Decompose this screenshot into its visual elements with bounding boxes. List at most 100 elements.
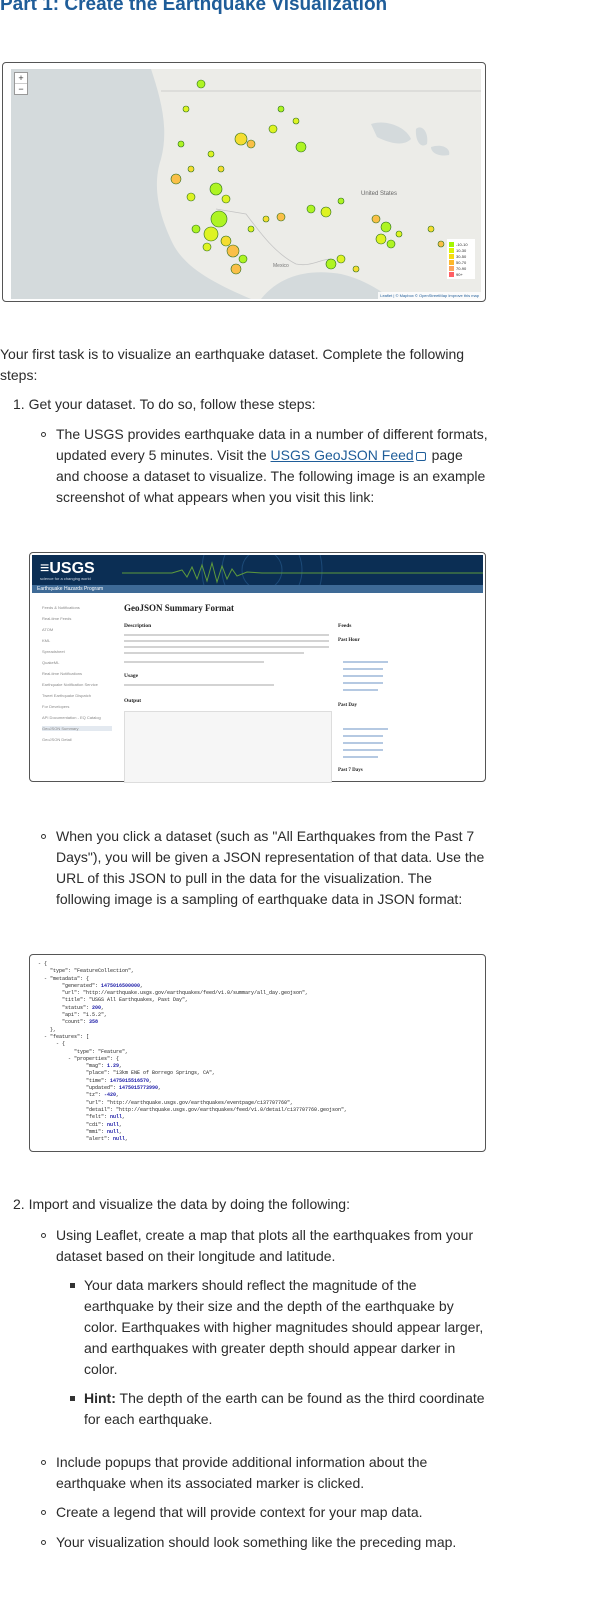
legend-row: 90+ <box>449 271 473 277</box>
legend-swatch <box>449 253 454 259</box>
usgs-geojson-feed-link[interactable]: USGS GeoJSON Feed <box>271 447 414 463</box>
earthquake-marker[interactable] <box>238 254 248 264</box>
step2-bullet-1 <box>41 1233 46 1238</box>
earthquake-marker[interactable] <box>262 215 270 223</box>
earthquake-marker[interactable] <box>268 124 278 134</box>
usgs-nav-item[interactable]: ATOM <box>42 627 53 632</box>
usgs-nav-item[interactable]: GeoJSON Detail <box>42 737 72 742</box>
earthquake-map-frame: United States Mexico + − -10-10 10-30 30-5… <box>2 62 486 302</box>
earthquake-marker[interactable] <box>202 242 212 252</box>
step1-label: 1. Get your dataset. To do so, follow th… <box>13 396 316 412</box>
zoom-control: + − <box>14 72 28 95</box>
step2-label: 2. Import and visualize the data by doin… <box>13 1196 350 1212</box>
json-line: }, <box>38 1026 57 1033</box>
legend-swatch <box>449 247 454 253</box>
earthquake-marker[interactable] <box>306 204 316 214</box>
earthquake-marker[interactable] <box>220 235 232 247</box>
json-line: - "properties": { <box>38 1055 120 1062</box>
earthquake-marker[interactable] <box>352 265 360 273</box>
usgs-description-heading: Description <box>124 623 152 629</box>
json-line: "generated": 1475016500000, <box>38 982 144 989</box>
json-line: "felt": null, <box>38 1114 126 1121</box>
legend-label: 10-30 <box>456 247 467 253</box>
earthquake-marker[interactable] <box>380 221 392 233</box>
depth-legend: -10-10 10-30 30-50 50-70 70-90 90+ <box>447 239 475 279</box>
earthquake-marker[interactable] <box>207 150 215 158</box>
earthquake-marker[interactable] <box>210 210 228 228</box>
usgs-nav-item[interactable]: For Developers <box>42 704 69 709</box>
usgs-nav-item[interactable]: Feeds & Notifications <box>42 605 80 610</box>
step2-bullet-3 <box>41 1510 46 1515</box>
usgs-nav-item[interactable]: API Documentation - EQ Catalog <box>42 715 101 720</box>
json-line: "type": "Feature", <box>38 1048 129 1055</box>
usgs-nav-item[interactable]: Real-time Feeds <box>42 616 71 621</box>
json-line: "mag": 1.29, <box>38 1063 123 1070</box>
usgs-nav-item[interactable]: Spreadsheet <box>42 649 65 654</box>
json-line: - { <box>38 1041 66 1048</box>
earthquake-marker[interactable] <box>177 140 185 148</box>
earthquake-marker[interactable] <box>217 165 225 173</box>
step1-item-1: The USGS provides earthquake data in a n… <box>56 424 488 508</box>
earthquake-marker[interactable] <box>203 226 219 242</box>
label-united-states: United States <box>361 191 397 197</box>
json-line: "place": "13km ENE of Borrego Springs, C… <box>38 1070 216 1077</box>
json-line: "detail": "http://earthquake.usgs.gov/ea… <box>38 1106 348 1113</box>
earthquake-marker[interactable] <box>230 263 242 275</box>
zoom-in-button[interactable]: + <box>15 73 27 84</box>
earthquake-marker[interactable] <box>234 132 248 146</box>
earthquake-marker[interactable] <box>427 225 435 233</box>
usgs-nav-item[interactable]: Real-time Notifications <box>42 671 82 676</box>
usgs-past-day-heading: Past Day <box>338 703 358 708</box>
link-line <box>343 742 383 744</box>
earthquake-marker[interactable] <box>277 105 285 113</box>
earthquake-marker[interactable] <box>292 117 300 125</box>
earthquake-marker[interactable] <box>170 173 182 185</box>
page-title: Part 1: Create the Earthquake Visualizat… <box>0 0 388 15</box>
earthquake-marker[interactable] <box>320 206 332 218</box>
json-line: "mmi": null, <box>38 1128 123 1135</box>
link-line <box>343 756 378 758</box>
step2-item-2: Include popups that provide additional i… <box>56 1454 428 1491</box>
earthquake-marker[interactable] <box>325 258 337 270</box>
map-basemap: United States Mexico <box>11 69 481 299</box>
earthquake-marker[interactable] <box>182 105 190 113</box>
text-line <box>124 684 274 686</box>
earthquake-marker[interactable] <box>337 197 345 205</box>
usgs-nav-item[interactable]: Earthquake Notification Service <box>42 682 98 687</box>
earthquake-marker[interactable] <box>196 79 206 89</box>
usgs-feeds-heading: Feeds <box>338 623 352 629</box>
json-line: - "metadata": { <box>38 975 90 982</box>
earthquake-marker[interactable] <box>437 240 445 248</box>
earthquake-marker[interactable] <box>186 192 196 202</box>
json-line: "title": "USGS All Earthquakes, Past Day… <box>38 997 189 1004</box>
earthquake-marker[interactable] <box>226 244 240 258</box>
link-line <box>343 689 378 691</box>
json-line: "alert": null, <box>38 1136 129 1143</box>
earthquake-marker[interactable] <box>386 239 396 249</box>
earthquake-marker[interactable] <box>221 194 231 204</box>
step2-item-4: Your visualization should look something… <box>56 1534 457 1550</box>
intro-text: Your first task is to visualize an earth… <box>0 346 465 383</box>
earthquake-marker[interactable] <box>371 214 381 224</box>
earthquake-marker[interactable] <box>247 225 255 233</box>
earthquake-marker[interactable] <box>276 212 286 222</box>
json-line: "updated": 1475015773990, <box>38 1085 162 1092</box>
earthquake-marker[interactable] <box>209 182 223 196</box>
earthquake-marker[interactable] <box>246 139 256 149</box>
earthquake-marker[interactable] <box>375 233 387 245</box>
usgs-nav-item[interactable]: Tweet Earthquake Dispatch <box>42 693 91 698</box>
step2-sub-item-1: Your data markers should reflect the mag… <box>84 1277 484 1377</box>
earthquake-marker[interactable] <box>395 230 403 238</box>
earthquake-marker[interactable] <box>295 141 307 153</box>
usgs-nav-item[interactable]: KML <box>42 638 50 643</box>
json-line: "count": 358 <box>38 1019 99 1026</box>
earthquake-marker[interactable] <box>191 224 201 234</box>
link-line <box>343 675 383 677</box>
earthquake-marker[interactable] <box>187 165 195 173</box>
legend-swatch <box>449 265 454 271</box>
seismogram-graphic <box>122 555 483 585</box>
usgs-nav-item[interactable]: QuakeML <box>42 660 59 665</box>
earthquake-marker[interactable] <box>336 254 346 264</box>
zoom-out-button[interactable]: − <box>15 84 27 94</box>
usgs-nav-item[interactable]: GeoJSON Summary <box>42 726 112 731</box>
